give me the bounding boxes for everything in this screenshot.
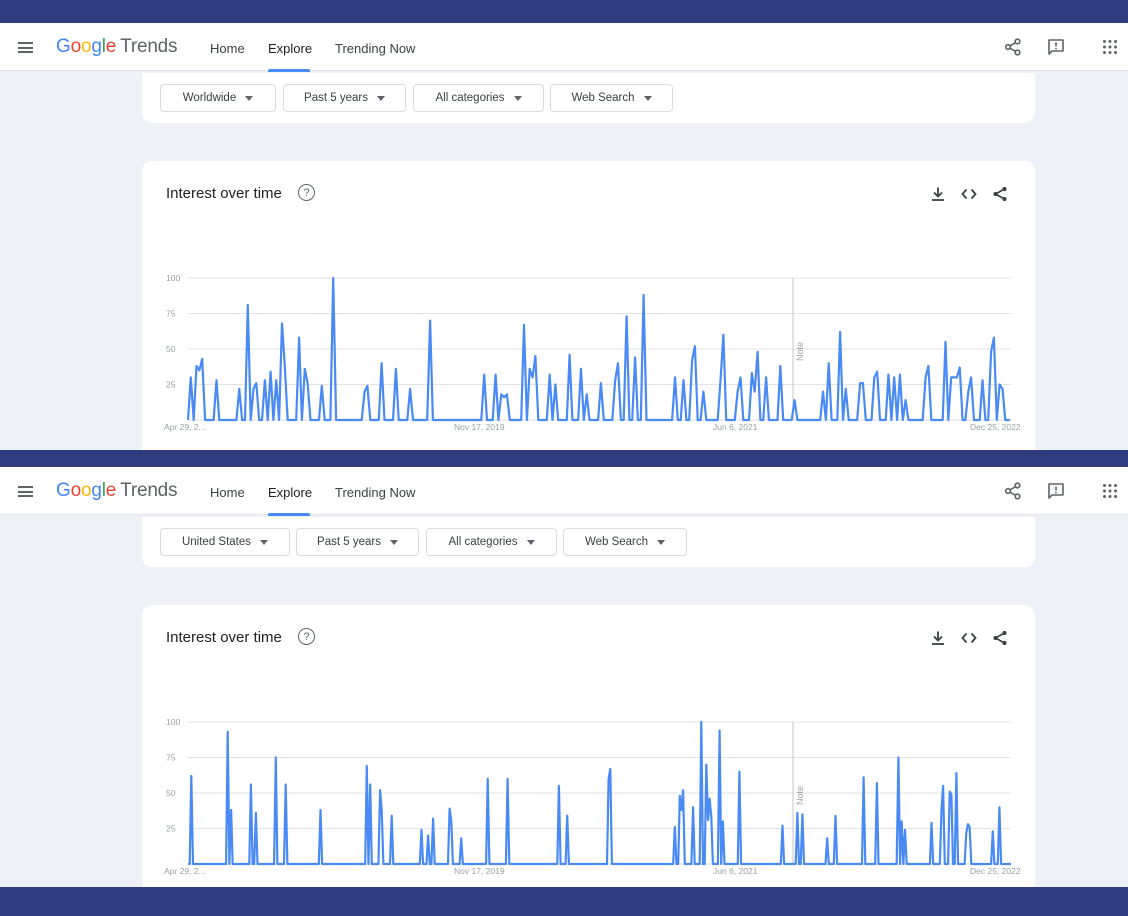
feedback-icon[interactable]	[1047, 482, 1065, 500]
nav-trending-now[interactable]: Trending Now	[335, 485, 415, 500]
category-value: All categories	[448, 536, 518, 548]
note-label: Note	[795, 342, 805, 361]
caret-down-icon	[526, 539, 535, 545]
search-type-value: Web Search	[571, 92, 635, 104]
x-tick-label: Dec 25, 2022	[970, 422, 1021, 432]
location-dropdown[interactable]: United States	[160, 528, 290, 556]
caret-down-icon	[245, 95, 254, 101]
google-trends-logo[interactable]: Google Trends	[56, 36, 178, 58]
nav-trending-now[interactable]: Trending Now	[335, 41, 415, 56]
y-tick-label: 25	[166, 824, 176, 834]
time-range-dropdown[interactable]: Past 5 years	[296, 528, 419, 556]
apps-icon[interactable]	[1101, 38, 1119, 56]
location-value: Worldwide	[182, 92, 237, 104]
share-icon[interactable]	[1004, 482, 1022, 500]
trends-panel-worldwide: Google Trends Home Explore Trending Now W…	[0, 23, 1128, 450]
interest-over-time-card: Interest over time ? 100 75 50 25 Note Apr 29…	[142, 605, 1035, 887]
y-tick-label: 100	[166, 717, 180, 727]
active-tab-indicator	[268, 69, 310, 72]
search-type-dropdown[interactable]: Web Search	[550, 84, 673, 112]
google-trends-logo[interactable]: Google Trends	[56, 480, 178, 502]
caret-down-icon	[260, 539, 269, 545]
apps-icon[interactable]	[1101, 482, 1119, 500]
caret-down-icon	[513, 95, 522, 101]
time-range-dropdown[interactable]: Past 5 years	[283, 84, 406, 112]
caret-down-icon	[657, 539, 666, 545]
top-app-bar: Google Trends Home Explore Trending Now	[0, 467, 1128, 516]
y-tick-label: 75	[166, 753, 176, 763]
caret-down-icon	[376, 95, 385, 101]
x-tick-label: Nov 17, 2019	[454, 422, 505, 432]
x-tick-label: Apr 29, 2...	[164, 866, 206, 876]
category-dropdown[interactable]: All categories	[413, 84, 544, 112]
x-tick-label: Apr 29, 2...	[164, 422, 206, 432]
x-tick-label: Nov 17, 2019	[454, 866, 505, 876]
y-tick-label: 50	[166, 344, 176, 354]
active-tab-indicator	[268, 513, 310, 516]
interest-line-chart: 100 75 50 25 Note Apr 29, 2... Nov 17, 2019 Jun…	[164, 717, 1021, 876]
category-dropdown[interactable]: All categories	[426, 528, 557, 556]
time-range-value: Past 5 years	[317, 536, 381, 548]
search-type-value: Web Search	[584, 536, 649, 548]
interest-line-chart: 100 75 50 25 Note Apr 29, 2... Nov 17, 2019 Jun…	[164, 273, 1021, 432]
category-value: All categories	[435, 92, 505, 104]
x-tick-label: Jun 6, 2021	[713, 422, 758, 432]
interest-over-time-card: Interest over time ? 100 75 50 25 Note Apr 29…	[142, 161, 1035, 450]
note-label: Note	[795, 786, 805, 805]
menu-icon[interactable]	[18, 486, 33, 497]
y-tick-label: 100	[166, 273, 180, 283]
y-tick-label: 25	[166, 380, 176, 390]
location-value: United States	[181, 536, 252, 548]
x-tick-label: Dec 25, 2022	[970, 866, 1021, 876]
nav-explore[interactable]: Explore	[268, 485, 312, 500]
y-tick-label: 50	[166, 788, 176, 798]
nav-home[interactable]: Home	[210, 41, 245, 56]
search-type-dropdown[interactable]: Web Search	[563, 528, 687, 556]
location-dropdown[interactable]: Worldwide	[160, 84, 276, 112]
filter-bar: Worldwide Past 5 years All categories We…	[142, 73, 1035, 123]
share-icon[interactable]	[1004, 38, 1022, 56]
filter-bar: United States Past 5 years All categorie…	[142, 517, 1035, 567]
trends-panel-united-states: Google Trends Home Explore Trending Now U…	[0, 467, 1128, 887]
time-range-value: Past 5 years	[304, 92, 368, 104]
menu-icon[interactable]	[18, 42, 33, 53]
caret-down-icon	[643, 95, 652, 101]
x-tick-label: Jun 6, 2021	[713, 866, 758, 876]
feedback-icon[interactable]	[1047, 38, 1065, 56]
y-tick-label: 75	[166, 309, 176, 319]
caret-down-icon	[389, 539, 398, 545]
nav-explore[interactable]: Explore	[268, 41, 312, 56]
top-app-bar: Google Trends Home Explore Trending Now	[0, 23, 1128, 72]
nav-home[interactable]: Home	[210, 485, 245, 500]
